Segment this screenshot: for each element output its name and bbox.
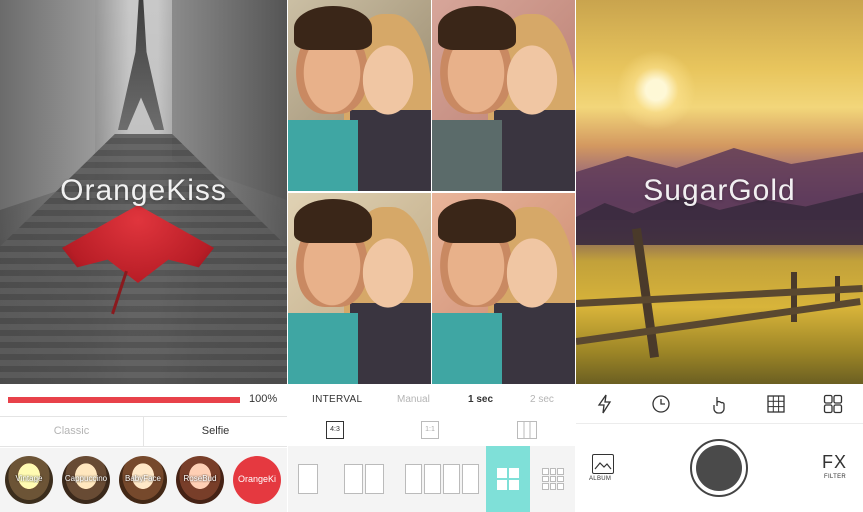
filter-label: FILTER	[824, 474, 847, 480]
mode-classic-button[interactable]: Classic	[0, 417, 144, 446]
touch-icon[interactable]	[709, 394, 729, 414]
filter-name-overlay: OrangeKiss	[60, 174, 227, 207]
photo-cell	[432, 193, 575, 384]
layout-icon[interactable]	[823, 394, 843, 414]
album-icon[interactable]	[592, 454, 614, 474]
filter-thumb-orangekiss[interactable]: OrangeKi	[233, 456, 281, 504]
interval-manual[interactable]: Manual	[397, 394, 430, 405]
interval-title: INTERVAL	[312, 394, 363, 405]
interval-2-sec[interactable]: 2 sec	[530, 394, 554, 405]
filter-thumb-vintage[interactable]: Vintage	[5, 456, 53, 504]
layout-double[interactable]	[344, 464, 384, 494]
progress-bar	[8, 397, 240, 403]
fx-filter-button[interactable]: FX	[822, 452, 847, 473]
panel-orangekiss: OrangeKiss 100% Classic Selfie Vintage C…	[0, 0, 287, 512]
shutter-button[interactable]	[690, 439, 748, 497]
progress-label: 100%	[249, 393, 278, 405]
filter-thumb-babyface[interactable]: BabyFace	[119, 456, 167, 504]
layout-selector	[288, 446, 575, 512]
layout-3x3[interactable]	[542, 468, 564, 490]
photo-cell	[288, 193, 431, 384]
sunset-field-photo: SugarGold	[576, 0, 863, 384]
interval-selector: INTERVAL Manual 1 sec 2 sec	[288, 384, 575, 416]
mode-selector: Classic Selfie	[0, 416, 287, 447]
paris-street-photo: OrangeKiss	[0, 0, 287, 384]
camera-tools	[576, 384, 863, 424]
filter-thumb-rosebud[interactable]: RoseBud	[176, 456, 224, 504]
photo-cell	[288, 0, 431, 191]
columns-icon	[523, 422, 531, 438]
flash-icon[interactable]	[595, 394, 615, 414]
panel-sugargold: SugarGold ALBUM FX FILTER	[576, 0, 863, 512]
filter-strip: Vintage Cappuccino BabyFace RoseBud Oran…	[0, 448, 287, 512]
progress-row: 100%	[0, 384, 287, 416]
camera-bar: ALBUM FX FILTER	[576, 424, 863, 512]
filter-thumb-cappuccino[interactable]: Cappuccino	[62, 456, 110, 504]
photo-cell	[432, 0, 575, 191]
layout-quad-strip[interactable]	[405, 464, 479, 494]
layout-2x2-icon	[497, 468, 519, 490]
ratio-selector: 4:3 1:1	[288, 416, 575, 446]
filter-name-overlay: SugarGold	[643, 174, 796, 207]
ratio-1-1-button[interactable]: 1:1	[421, 421, 439, 439]
progress-fill	[8, 397, 240, 403]
mode-selfie-button[interactable]: Selfie	[144, 417, 287, 446]
ratio-grid-button[interactable]	[517, 421, 537, 439]
sun	[616, 50, 696, 130]
timer-icon[interactable]	[651, 394, 671, 414]
grid-icon[interactable]	[766, 394, 786, 414]
eiffel-tower	[118, 0, 164, 130]
album-label: ALBUM	[589, 476, 612, 482]
panel-photobooth: INTERVAL Manual 1 sec 2 sec 4:3 1:1	[288, 0, 575, 512]
ratio-4-3-button[interactable]: 4:3	[326, 421, 344, 439]
interval-1-sec[interactable]: 1 sec	[468, 394, 493, 405]
layout-single[interactable]	[298, 464, 318, 494]
photo-grid-2x2	[288, 0, 575, 384]
